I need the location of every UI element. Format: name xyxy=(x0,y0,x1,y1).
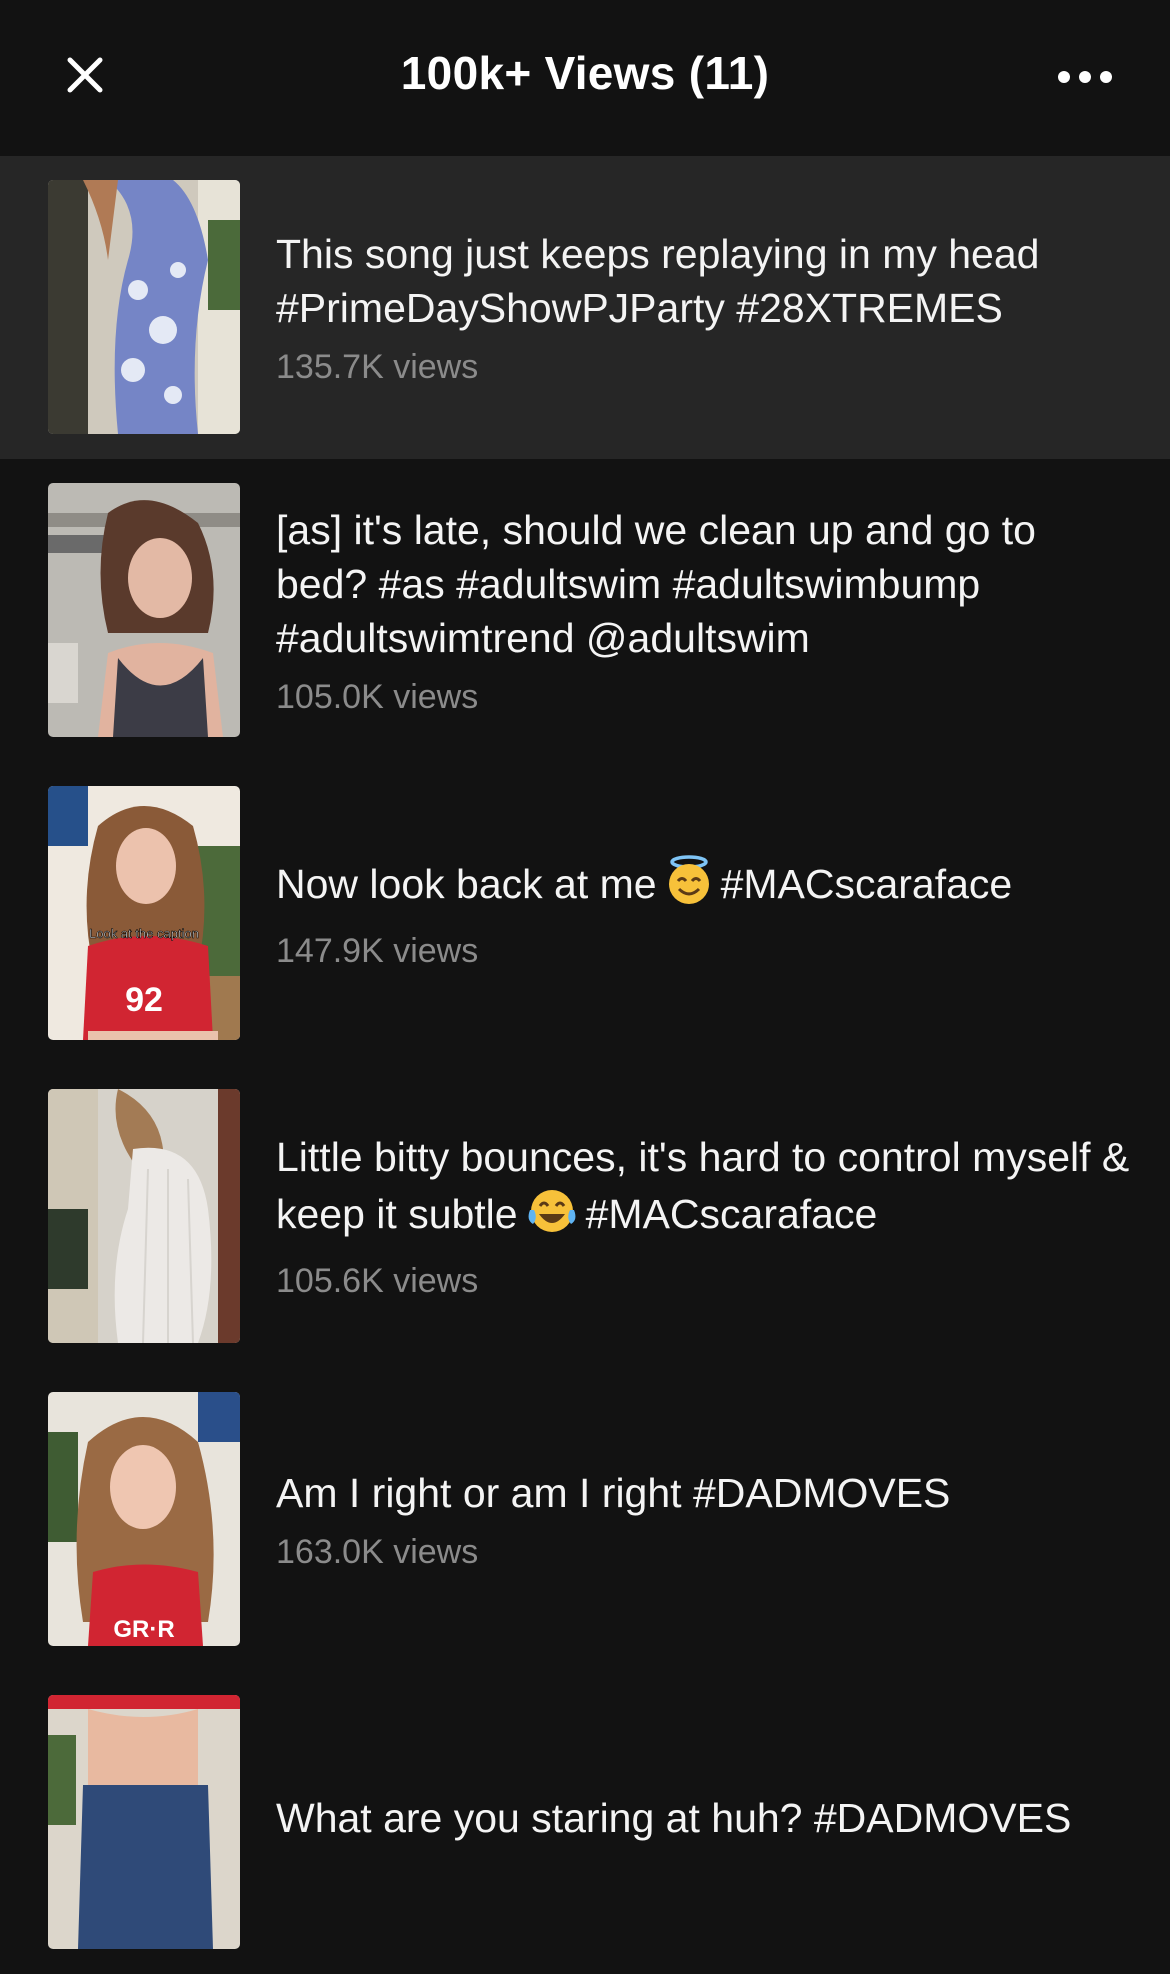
video-caption: What are you staring at huh? #DADMOVES xyxy=(276,1791,1136,1845)
video-thumbnail[interactable] xyxy=(48,180,240,434)
view-count: 147.9K views xyxy=(276,932,479,970)
view-count: 163.0K views xyxy=(276,1532,479,1571)
more-horizontal-icon xyxy=(1058,71,1070,83)
video-caption: Now look back at me #MACscaraface xyxy=(276,854,1136,919)
video-info: Now look back at me #MACscaraface 147.9K … xyxy=(276,762,1136,1065)
video-list-item[interactable]: GR·R Am I right or am I right #DADMOVES … xyxy=(0,1368,1170,1671)
video-list-item[interactable]: Look at the caption 92 Now look back at … xyxy=(0,762,1170,1065)
video-list: This song just keeps replaying in my hea… xyxy=(0,156,1170,1974)
video-info: [as] it's late, should we clean up and g… xyxy=(276,459,1136,762)
shirt-print: 92 xyxy=(125,981,163,1019)
more-dot xyxy=(1079,71,1091,83)
video-thumbnail[interactable] xyxy=(48,483,240,737)
more-dot xyxy=(1100,71,1112,83)
view-count: 135.7K views xyxy=(276,347,479,386)
video-list-item[interactable]: [as] it's late, should we clean up and g… xyxy=(0,459,1170,762)
video-thumbnail[interactable] xyxy=(48,1695,240,1949)
video-info: This song just keeps replaying in my hea… xyxy=(276,156,1136,459)
caption-text: What are you staring at huh? #DADMOVES xyxy=(276,1794,1072,1841)
shirt-print: GR·R xyxy=(113,1616,174,1643)
video-list-item[interactable]: Little bitty bounces, it's hard to contr… xyxy=(0,1065,1170,1368)
video-info: Little bitty bounces, it's hard to contr… xyxy=(276,1065,1136,1368)
video-thumbnail[interactable]: Look at the caption 92 xyxy=(48,786,240,1040)
caption-text: [as] it's late, should we clean up and g… xyxy=(276,506,1036,661)
video-caption: [as] it's late, should we clean up and g… xyxy=(276,503,1136,665)
video-info: Am I right or am I right #DADMOVES 163.0… xyxy=(276,1368,1136,1671)
video-caption: This song just keeps replaying in my hea… xyxy=(276,227,1136,335)
caption-text: Am I right or am I right #DADMOVES xyxy=(276,1469,951,1516)
video-caption: Little bitty bounces, it's hard to contr… xyxy=(276,1130,1136,1249)
video-list-item[interactable]: What are you staring at huh? #DADMOVES xyxy=(0,1671,1170,1974)
top-bar: 100k+ Views (11) xyxy=(0,0,1170,156)
video-caption: Am I right or am I right #DADMOVES xyxy=(276,1466,1136,1520)
smiling-face-with-halo-icon xyxy=(663,854,715,919)
page-title: 100k+ Views (11) xyxy=(400,47,770,99)
video-thumbnail[interactable] xyxy=(48,1089,240,1343)
thumbnail-overlay-text: Look at the caption xyxy=(89,926,199,941)
face-with-tears-of-joy-icon xyxy=(524,1184,580,1249)
caption-hashtag: #MACscaraface xyxy=(585,1191,878,1237)
view-count: 105.6K views xyxy=(276,1262,479,1300)
more-options-button[interactable] xyxy=(1050,52,1120,102)
view-count: 105.0K views xyxy=(276,677,479,716)
caption-hashtag: #MACscaraface xyxy=(720,861,1013,907)
video-info: What are you staring at huh? #DADMOVES xyxy=(276,1671,1136,1974)
caption-text: This song just keeps replaying in my hea… xyxy=(276,230,1040,331)
video-list-item[interactable]: This song just keeps replaying in my hea… xyxy=(0,156,1170,459)
video-thumbnail[interactable]: GR·R xyxy=(48,1392,240,1646)
caption-text: Now look back at me xyxy=(276,861,657,907)
